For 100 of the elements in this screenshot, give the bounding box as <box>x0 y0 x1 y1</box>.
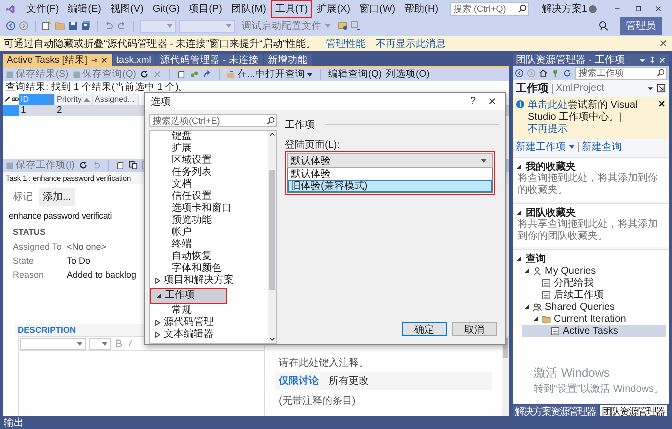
tree-item[interactable]: 字体和颜色 <box>150 263 268 275</box>
query-tree-item[interactable]: 后续工作项 <box>522 289 666 301</box>
ok-button[interactable]: 确定 <box>402 322 447 336</box>
font-size-dropdown[interactable] <box>89 338 111 350</box>
maximize-icon[interactable] <box>634 4 642 14</box>
close-icon[interactable] <box>659 39 668 48</box>
menu-item[interactable]: 工具(T) <box>271 0 312 18</box>
collapsed-arrow-icon[interactable] <box>155 332 161 338</box>
pin-icon[interactable] <box>90 56 98 64</box>
menu-item[interactable]: 编辑(E) <box>64 0 106 18</box>
dropdown-icon[interactable] <box>647 85 654 92</box>
refresh-icon[interactable] <box>140 70 150 79</box>
document-tab[interactable]: 源代码管理器 - 未连接 <box>156 54 263 66</box>
tree-item[interactable]: 预览功能 <box>150 215 268 227</box>
panel-tab[interactable]: 解决方案资源管理器 <box>513 405 598 416</box>
menu-item[interactable]: 文件(F) <box>22 0 64 18</box>
new-query-link[interactable]: 新建查询 <box>582 140 622 154</box>
search-field[interactable]: 搜索工作项 <box>575 66 667 80</box>
search-field[interactable]: 搜索选项(Ctrl+E) <box>149 114 277 127</box>
search-icon[interactable] <box>518 4 527 14</box>
query-tree-item[interactable]: Current Iteration <box>522 313 666 325</box>
expanded-arrow-icon[interactable] <box>524 268 530 274</box>
caret-icon[interactable] <box>569 145 575 149</box>
expanded-arrow-icon[interactable] <box>516 210 522 216</box>
expanded-arrow-icon[interactable] <box>516 256 522 262</box>
column-header[interactable]: Priority <box>55 94 93 105</box>
dropdown-icon[interactable] <box>639 56 646 64</box>
column-options-button[interactable]: 列选项(O) <box>386 68 430 81</box>
field-value[interactable]: <No one> <box>67 242 107 252</box>
open-query-in-button[interactable]: 在...中打开查询 <box>227 68 314 81</box>
expanded-arrow-icon[interactable] <box>516 164 522 170</box>
edit-query-button[interactable]: 编辑查询(Q) <box>328 68 382 81</box>
home-icon[interactable] <box>539 68 548 78</box>
try-link[interactable]: 单击此处 <box>528 100 568 111</box>
new-work-item-link[interactable]: 新建工作项 <box>516 140 566 154</box>
tree-item[interactable]: 扩展 <box>150 143 268 155</box>
menu-item[interactable]: 视图(V) <box>106 0 148 18</box>
tree-item[interactable]: 项目和解决方案 <box>150 275 268 287</box>
pop-out-icon[interactable] <box>657 84 666 93</box>
close-icon[interactable] <box>488 97 497 106</box>
copy-icon[interactable] <box>128 161 138 170</box>
feedback-icon[interactable] <box>599 21 609 31</box>
menu-item[interactable]: 扩展(X) <box>313 0 355 18</box>
help-button[interactable]: ? <box>470 96 476 107</box>
new-project-icon[interactable] <box>42 21 52 31</box>
save-icon[interactable] <box>68 21 78 31</box>
query-tree-item[interactable]: Active Tasks <box>522 325 666 337</box>
admin-button[interactable]: 管理员 <box>620 17 662 35</box>
history-filter-tab[interactable]: 所有更改 <box>329 374 369 388</box>
field-value[interactable]: To Do <box>67 256 91 266</box>
save-all-icon[interactable] <box>81 21 91 31</box>
scrollbar[interactable] <box>502 336 509 416</box>
field-value[interactable]: Added to backlog <box>67 270 137 280</box>
dismiss-link[interactable]: 不再提示 <box>528 124 568 135</box>
tree-item[interactable]: 自动恢复 <box>150 251 268 263</box>
history-filter-tab[interactable]: 仅限讨论 <box>279 374 319 388</box>
tree-item[interactable]: 键盘 <box>150 131 268 143</box>
browser-icon[interactable] <box>338 21 348 31</box>
redo-arrow-icon[interactable] <box>203 70 212 79</box>
dropdown-option[interactable]: 旧体验(兼容模式) <box>288 180 492 192</box>
search-icon[interactable] <box>657 69 665 77</box>
column-header[interactable]: Assigned... <box>93 94 139 105</box>
menu-item[interactable]: 帮助(H) <box>400 0 443 18</box>
tree-item[interactable]: 区域设置 <box>150 155 268 167</box>
document-tab[interactable]: 新增功能 <box>264 54 312 66</box>
landing-page-dropdown[interactable]: 默认体验 <box>287 153 493 168</box>
collapsed-arrow-icon[interactable] <box>155 320 161 326</box>
close-icon[interactable] <box>100 56 108 64</box>
expanded-arrow-icon[interactable] <box>524 304 530 310</box>
add-tag-button[interactable]: 添加... <box>39 188 76 206</box>
document-tab[interactable]: Active Tasks [结果] <box>3 54 112 66</box>
document-tab[interactable]: task.xml <box>112 54 156 66</box>
close-icon[interactable] <box>654 4 662 14</box>
info-link[interactable]: 管理性能 <box>326 36 366 50</box>
collapsed-arrow-icon[interactable] <box>155 278 161 284</box>
new-item-icon[interactable] <box>116 161 125 170</box>
query-tree-item[interactable]: Shared Queries <box>522 301 666 313</box>
tree-item[interactable]: 终端 <box>150 239 268 251</box>
scrollbar[interactable] <box>268 131 276 343</box>
comment-field[interactable]: 请在此处键入注释。 <box>275 356 492 368</box>
expanded-arrow-icon[interactable] <box>156 293 162 299</box>
close-icon[interactable] <box>658 100 666 108</box>
menu-item[interactable]: 项目(P) <box>185 0 226 18</box>
query-tree-item[interactable]: My Queries <box>522 265 666 277</box>
tree-item[interactable]: 帐户 <box>150 227 268 239</box>
search-field[interactable]: 搜索 (Ctrl+Q) <box>450 2 529 16</box>
back-icon[interactable] <box>6 21 16 31</box>
scroll-down-icon[interactable] <box>268 336 276 343</box>
refresh-icon[interactable] <box>78 161 88 170</box>
tree-item[interactable]: 工作项 <box>150 288 227 304</box>
menu-item[interactable]: 团队(M) <box>227 0 270 18</box>
avatar-icon[interactable] <box>589 4 598 14</box>
toolbar-options-icon[interactable] <box>351 21 361 31</box>
back-icon[interactable] <box>515 68 524 78</box>
scroll-up-icon[interactable] <box>268 131 276 138</box>
tree-item[interactable]: 选项卡和窗口 <box>150 203 268 215</box>
menu-item[interactable]: Git(G) <box>148 2 184 16</box>
search-icon[interactable] <box>267 116 275 124</box>
panel-tab[interactable]: 团队资源管理器 <box>600 405 667 416</box>
query-tree-item[interactable]: 分配给我 <box>522 277 666 289</box>
